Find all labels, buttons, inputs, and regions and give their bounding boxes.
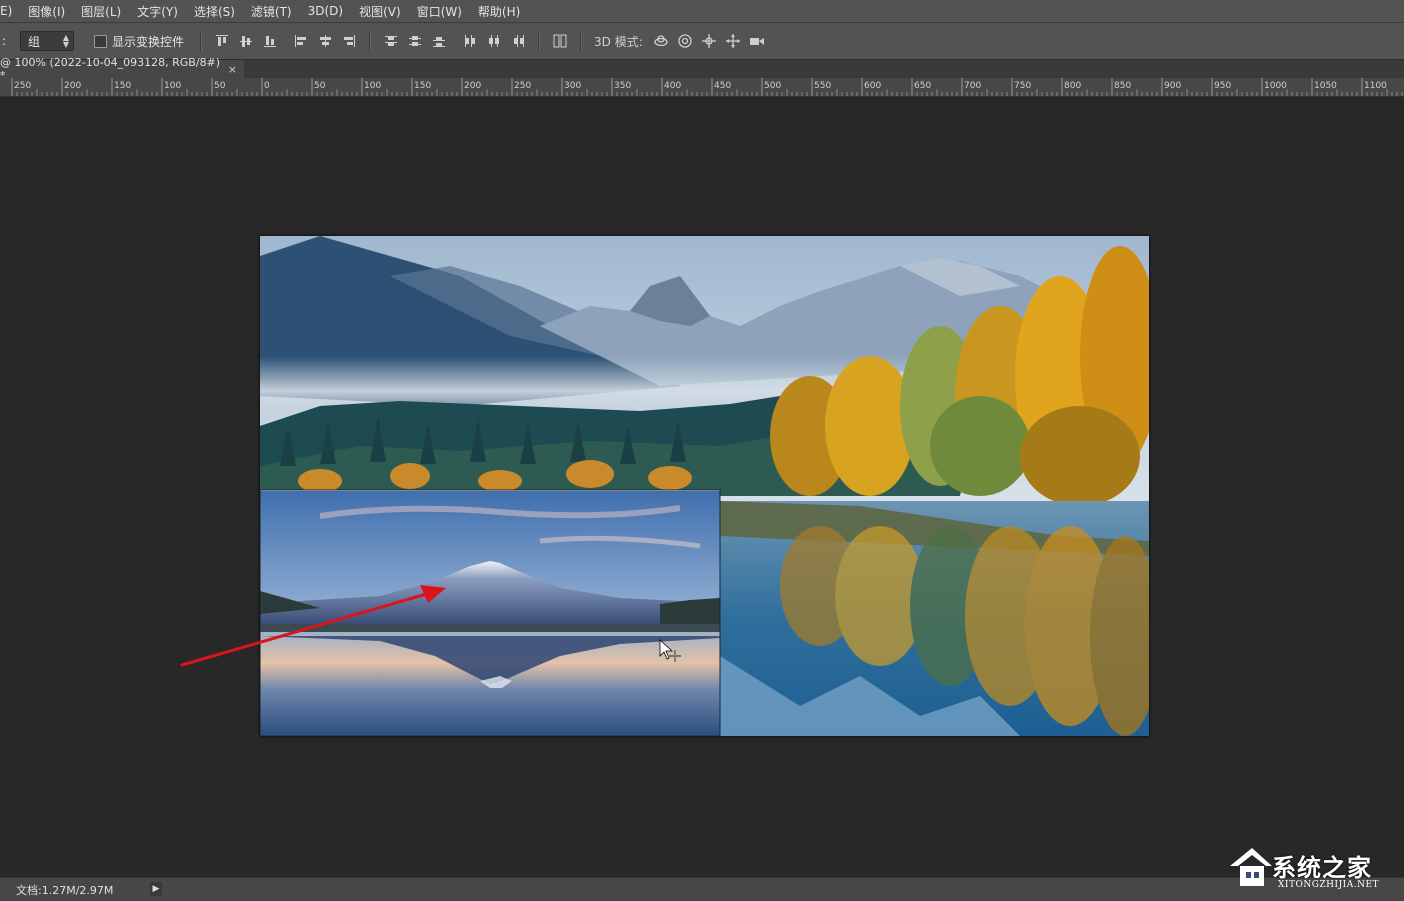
drag-3d-icon[interactable] [700,32,718,50]
ruler-label: 100 [364,81,381,91]
align-right-icon[interactable] [340,32,358,50]
auto-align-icon[interactable] [551,32,569,50]
separator [200,30,203,52]
ruler-label: 200 [64,81,81,91]
ruler-label: 1100 [1364,81,1387,91]
ruler-ticks: 250 200 150 100 50 0 50 100 150 200 250 300 350 400 45… [11,78,1403,96]
ruler-label: 250 [514,81,531,91]
ruler-label: 600 [864,81,881,91]
ruler-label: 250 [14,81,31,91]
menu-select[interactable]: 选择(S) [186,3,243,20]
menu-view[interactable]: 视图(V) [351,3,409,20]
watermark-logo: 系统之家 XITONGZHIJIA.NET [1226,842,1396,892]
watermark-url: XITONGZHIJIA.NET [1278,880,1380,890]
fuji-inset [260,489,721,736]
ruler-label: 500 [764,81,781,91]
show-transform-checkbox[interactable] [94,34,107,48]
align-top-icon[interactable] [213,32,231,50]
ruler-label: 800 [1064,81,1081,91]
ruler-label: 400 [664,81,681,91]
ruler-label: 900 [1164,81,1181,91]
align-bottom-icon[interactable] [261,32,279,50]
menu-layer[interactable]: 图层(L) [73,3,129,20]
auto-select-dropdown[interactable]: 组 ▲ ▼ [20,31,74,51]
mode3d-label: 3D 模式: [594,34,643,49]
distribute-vcenter-icon[interactable] [406,32,424,50]
document-canvas[interactable] [260,236,1149,736]
ruler-label: 50 [214,81,226,91]
menu-edit[interactable]: E) [0,4,20,18]
roll-3d-icon[interactable] [676,32,694,50]
document-tab[interactable]: @ 100% (2022-10-04_093128, RGB/8#) * × [0,56,244,82]
separator [580,30,583,52]
status-bar: 文档:1.27M/2.97M ▶ [0,877,1404,901]
rotate-3d-icon[interactable] [652,32,670,50]
menu-bar: E) 图像(I) 图层(L) 文字(Y) 选择(S) 滤镜(T) 3D(D) 视… [0,0,1404,23]
separator [538,30,541,52]
align-vcenter-icon[interactable] [237,32,255,50]
ruler-label: 0 [264,81,270,91]
scale-3d-icon[interactable] [748,32,766,50]
auto-select-value: 组 [28,34,41,49]
menu-window[interactable]: 窗口(W) [409,3,470,20]
ruler-label: 550 [814,81,831,91]
distribute-left-icon[interactable] [461,32,479,50]
ruler-label: 650 [914,81,931,91]
ruler-label: 1000 [1264,81,1287,91]
status-menu-arrow-icon[interactable]: ▶ [150,882,162,896]
ruler-label: 950 [1214,81,1231,91]
horizontal-ruler[interactable]: 250 200 150 100 50 0 50 100 150 200 250 300 350 400 45… [0,78,1404,97]
document-tab-bar: @ 100% (2022-10-04_093128, RGB/8#) * × [0,56,1404,82]
auto-select-label: : [2,34,7,48]
menu-type[interactable]: 文字(Y) [129,3,186,20]
ruler-label: 350 [614,81,631,91]
ruler-label: 100 [164,81,181,91]
ruler-label: 1050 [1314,81,1337,91]
menu-help[interactable]: 帮助(H) [470,3,528,20]
distribute-bottom-icon[interactable] [430,32,448,50]
ruler-label: 150 [414,81,431,91]
options-bar: : 组 ▲ ▼ 显示变换控件 3D 模式: [0,23,1404,60]
distribute-right-icon[interactable] [509,32,527,50]
ruler-label: 700 [964,81,981,91]
align-left-icon[interactable] [292,32,310,50]
slide-3d-icon[interactable] [724,32,742,50]
menu-3d[interactable]: 3D(D) [300,4,351,18]
close-icon[interactable]: × [228,63,237,76]
ruler-label: 750 [1014,81,1031,91]
document-size: 文档:1.27M/2.97M [16,884,114,897]
ruler-label: 450 [714,81,731,91]
align-hcenter-icon[interactable] [316,32,334,50]
menu-filter[interactable]: 滤镜(T) [243,3,300,20]
composite-photo [260,236,1149,736]
ruler-label: 150 [114,81,131,91]
distribute-hcenter-icon[interactable] [485,32,503,50]
ruler-label: 200 [464,81,481,91]
menu-image[interactable]: 图像(I) [20,3,73,20]
updown-arrows-icon: ▲ ▼ [62,33,69,49]
ruler-label: 50 [314,81,326,91]
ruler-label: 300 [564,81,581,91]
separator [369,30,372,52]
ruler-label: 850 [1114,81,1131,91]
watermark-title: 系统之家 [1272,854,1372,882]
house-logo-icon [1230,848,1272,886]
distribute-top-icon[interactable] [382,32,400,50]
show-transform-label: 显示变换控件 [112,34,185,49]
